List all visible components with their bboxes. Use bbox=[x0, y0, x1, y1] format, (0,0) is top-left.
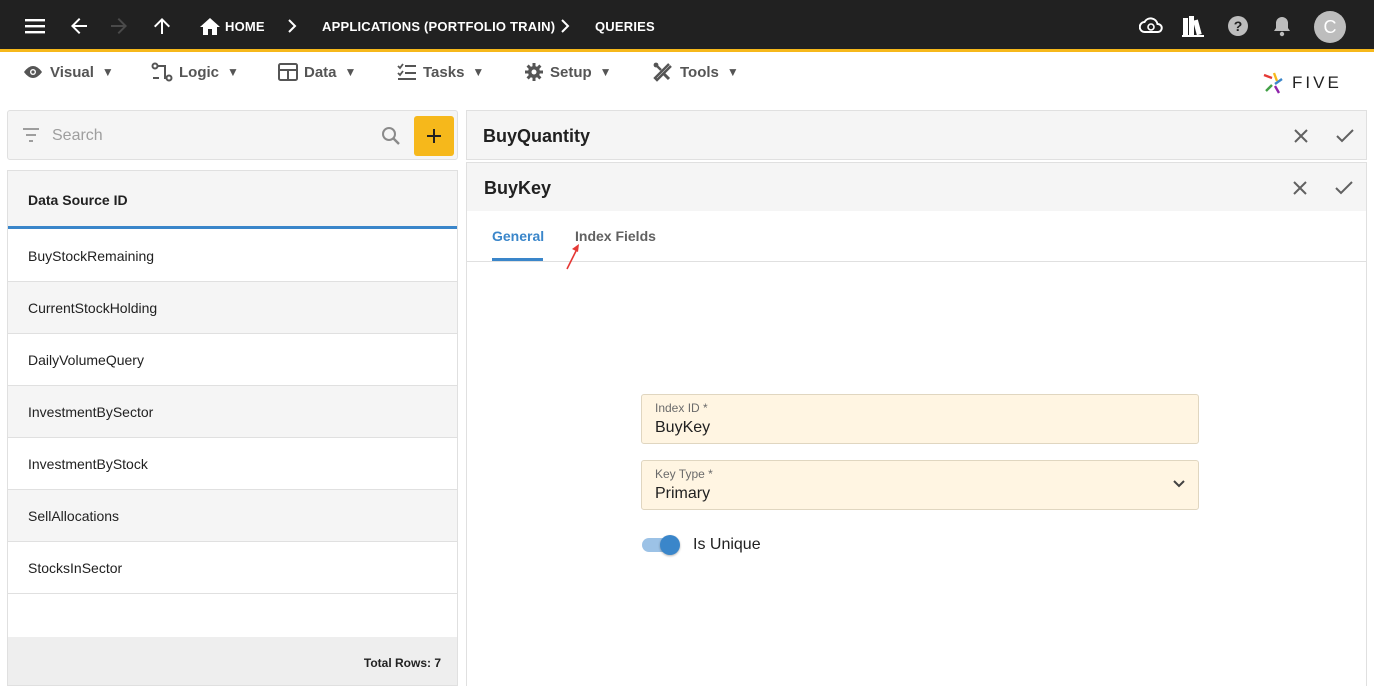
tab-bar: General Index Fields bbox=[467, 211, 1366, 270]
close-icon bbox=[1294, 129, 1308, 143]
caret-down-icon: ▼ bbox=[344, 65, 357, 79]
total-rows-label: Total Rows: 7 bbox=[363, 656, 441, 670]
close-icon bbox=[1293, 181, 1307, 195]
breadcrumb-home[interactable]: HOME bbox=[225, 19, 265, 34]
chevron-right-icon bbox=[558, 17, 572, 40]
save-button[interactable] bbox=[1332, 123, 1358, 149]
chevron-down-icon bbox=[1173, 480, 1185, 488]
gear-icon bbox=[525, 63, 543, 81]
close-button[interactable] bbox=[1287, 175, 1313, 201]
is-unique-toggle[interactable] bbox=[642, 535, 680, 555]
parent-form-title: BuyQuantity bbox=[483, 126, 591, 146]
key-type-select[interactable]: Key Type * Primary bbox=[641, 460, 1199, 510]
key-type-label: Key Type * bbox=[655, 467, 713, 481]
table-row[interactable]: InvestmentByStock bbox=[8, 438, 457, 490]
breadcrumb-queries[interactable]: QUERIES bbox=[595, 19, 655, 34]
form-header: BuyKey bbox=[466, 162, 1367, 212]
menu-visual-label: Visual bbox=[50, 63, 94, 81]
table-icon bbox=[278, 63, 298, 81]
index-id-field[interactable]: Index ID * BuyKey bbox=[641, 394, 1199, 444]
form-panel: BuyQuantity BuyKey General Index Fields … bbox=[466, 110, 1367, 686]
svg-text:?: ? bbox=[1234, 18, 1243, 34]
main-menu-bar: Visual ▼ Logic ▼ Data ▼ Tasks ▼ Setup ▼ Tools… bbox=[0, 55, 1374, 105]
table-row[interactable]: StocksInSector bbox=[8, 542, 457, 594]
breadcrumb-applications[interactable]: APPLICATIONS (PORTFOLIO TRAIN) bbox=[322, 19, 555, 34]
checklist-icon bbox=[397, 63, 416, 80]
table-row[interactable]: DailyVolumeQuery bbox=[8, 334, 457, 386]
search-bar bbox=[7, 110, 458, 160]
tools-icon bbox=[653, 62, 672, 82]
books-icon[interactable] bbox=[1180, 13, 1206, 39]
menu-setup[interactable]: Setup ▼ bbox=[524, 61, 612, 83]
menu-setup-label: Setup bbox=[550, 63, 592, 81]
user-avatar[interactable]: C bbox=[1314, 11, 1346, 43]
menu-tasks[interactable]: Tasks ▼ bbox=[397, 61, 484, 83]
list-panel: Data Source ID BuyStockRemaining Current… bbox=[7, 110, 458, 686]
save-button[interactable] bbox=[1331, 175, 1357, 201]
caret-down-icon: ▼ bbox=[599, 65, 612, 79]
home-icon[interactable] bbox=[197, 13, 223, 39]
index-id-value: BuyKey bbox=[655, 419, 711, 436]
up-arrow-icon[interactable] bbox=[149, 13, 175, 39]
menu-logic[interactable]: Logic ▼ bbox=[151, 61, 239, 83]
tab-general[interactable]: General bbox=[492, 228, 544, 244]
check-icon bbox=[1335, 181, 1353, 195]
toggle-thumb bbox=[660, 535, 680, 555]
form-title: BuyKey bbox=[484, 178, 552, 198]
active-tab-indicator bbox=[492, 258, 543, 261]
five-logo: FIVE bbox=[1262, 70, 1342, 96]
grid-footer: Total Rows: 7 bbox=[8, 637, 457, 685]
column-header[interactable]: Data Source ID bbox=[8, 171, 457, 229]
forward-arrow-icon[interactable] bbox=[106, 13, 132, 39]
search-icon[interactable] bbox=[381, 126, 401, 146]
column-header-label: Data Source ID bbox=[28, 192, 128, 208]
menu-data-label: Data bbox=[304, 63, 337, 81]
caret-down-icon: ▼ bbox=[227, 65, 239, 79]
is-unique-label: Is Unique bbox=[693, 536, 761, 553]
top-app-bar: HOME APPLICATIONS (PORTFOLIO TRAIN) QUER… bbox=[0, 0, 1374, 52]
caret-down-icon: ▼ bbox=[472, 65, 485, 79]
menu-data[interactable]: Data ▼ bbox=[278, 61, 356, 83]
annotation-arrow-icon bbox=[566, 244, 579, 270]
cloud-icon[interactable] bbox=[1138, 13, 1164, 39]
check-icon bbox=[1336, 129, 1354, 143]
tab-index-fields[interactable]: Index Fields bbox=[575, 228, 656, 244]
eye-icon bbox=[24, 66, 42, 78]
menu-tasks-label: Tasks bbox=[423, 63, 465, 81]
close-button[interactable] bbox=[1288, 123, 1314, 149]
caret-down-icon: ▼ bbox=[726, 65, 739, 79]
menu-visual[interactable]: Visual ▼ bbox=[22, 61, 114, 83]
add-button[interactable] bbox=[414, 116, 454, 156]
logic-icon bbox=[151, 62, 173, 82]
bell-icon[interactable] bbox=[1269, 13, 1295, 39]
back-arrow-icon[interactable] bbox=[66, 13, 92, 39]
menu-icon[interactable] bbox=[22, 13, 48, 39]
table-row[interactable]: InvestmentBySector bbox=[8, 386, 457, 438]
chevron-right-icon bbox=[285, 17, 299, 40]
logo-text: FIVE bbox=[1292, 73, 1342, 92]
menu-tools-label: Tools bbox=[680, 63, 719, 81]
index-id-label: Index ID * bbox=[655, 401, 708, 415]
form-body: General Index Fields Index ID * BuyKey K… bbox=[466, 211, 1367, 686]
data-grid: Data Source ID BuyStockRemaining Current… bbox=[7, 170, 458, 686]
parent-form-header: BuyQuantity bbox=[466, 110, 1367, 160]
menu-tools[interactable]: Tools ▼ bbox=[652, 61, 739, 83]
table-row[interactable]: BuyStockRemaining bbox=[8, 230, 457, 282]
filter-icon[interactable] bbox=[22, 128, 40, 142]
menu-logic-label: Logic bbox=[179, 63, 219, 81]
grid-rows: BuyStockRemaining CurrentStockHolding Da… bbox=[8, 230, 457, 594]
five-logo-mark bbox=[1263, 72, 1283, 94]
key-type-value: Primary bbox=[655, 485, 711, 502]
plus-icon bbox=[427, 129, 441, 143]
table-row[interactable]: CurrentStockHolding bbox=[8, 282, 457, 334]
search-input[interactable] bbox=[52, 124, 372, 148]
table-row[interactable]: SellAllocations bbox=[8, 490, 457, 542]
caret-down-icon: ▼ bbox=[101, 65, 114, 79]
help-icon[interactable]: ? bbox=[1225, 13, 1251, 39]
